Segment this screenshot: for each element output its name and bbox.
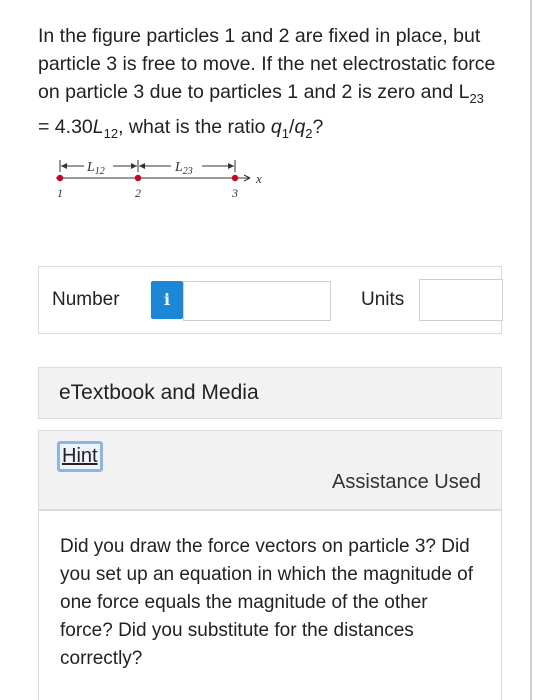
hint-panel: Hint Assistance Used <box>38 430 502 510</box>
l12-arrowhead-left <box>61 163 67 169</box>
question-L12: L <box>92 115 104 138</box>
etextbook-panel[interactable]: eTextbook and Media <box>38 367 502 419</box>
question-sub2: 2 <box>305 125 313 141</box>
l12-label: L12 <box>86 160 105 177</box>
number-label: Number <box>52 289 120 310</box>
l23-label: L23 <box>174 160 193 177</box>
particle-2 <box>134 174 142 182</box>
l23-arrowhead-right <box>228 163 234 169</box>
hint-text: Did you draw the force vectors on partic… <box>60 536 474 669</box>
question-text: In the figure particles 1 and 2 are fixe… <box>38 22 498 148</box>
x-axis-label: x <box>255 171 262 186</box>
answer-row: Number i Units <box>38 266 503 334</box>
particle-3-label: 3 <box>231 186 238 200</box>
particle-3 <box>231 174 239 182</box>
question-part2: , what is the ratio <box>118 115 271 138</box>
hint-content: Did you draw the force vectors on partic… <box>38 510 502 700</box>
l12-arrowhead-right <box>131 163 137 169</box>
question-end: ? <box>312 115 324 138</box>
question-sub1: 1 <box>281 125 290 141</box>
question-L23: L <box>458 81 470 103</box>
question-sub12: 12 <box>103 125 119 141</box>
etextbook-label: eTextbook and Media <box>59 381 259 404</box>
number-input[interactable] <box>183 281 331 321</box>
particle-2-label: 2 <box>135 186 141 200</box>
question-eq: = 4.30 <box>38 115 93 138</box>
l23-arrowhead-left <box>139 163 145 169</box>
particle-1 <box>56 174 64 182</box>
question-q2: q <box>294 115 306 138</box>
info-icon[interactable]: i <box>151 281 183 319</box>
assistance-used-label: Assistance Used <box>332 471 481 493</box>
question-part1: In the figure particles 1 and 2 are fixe… <box>38 25 496 103</box>
units-input[interactable] <box>419 279 503 321</box>
units-label: Units <box>361 289 405 310</box>
question-q1: q <box>270 115 282 138</box>
particle-figure: L12 L23 x 1 2 3 <box>56 160 262 200</box>
hint-link[interactable]: Hint <box>57 441 103 472</box>
particle-1-label: 1 <box>57 186 63 200</box>
question-sub23: 23 <box>469 90 484 106</box>
